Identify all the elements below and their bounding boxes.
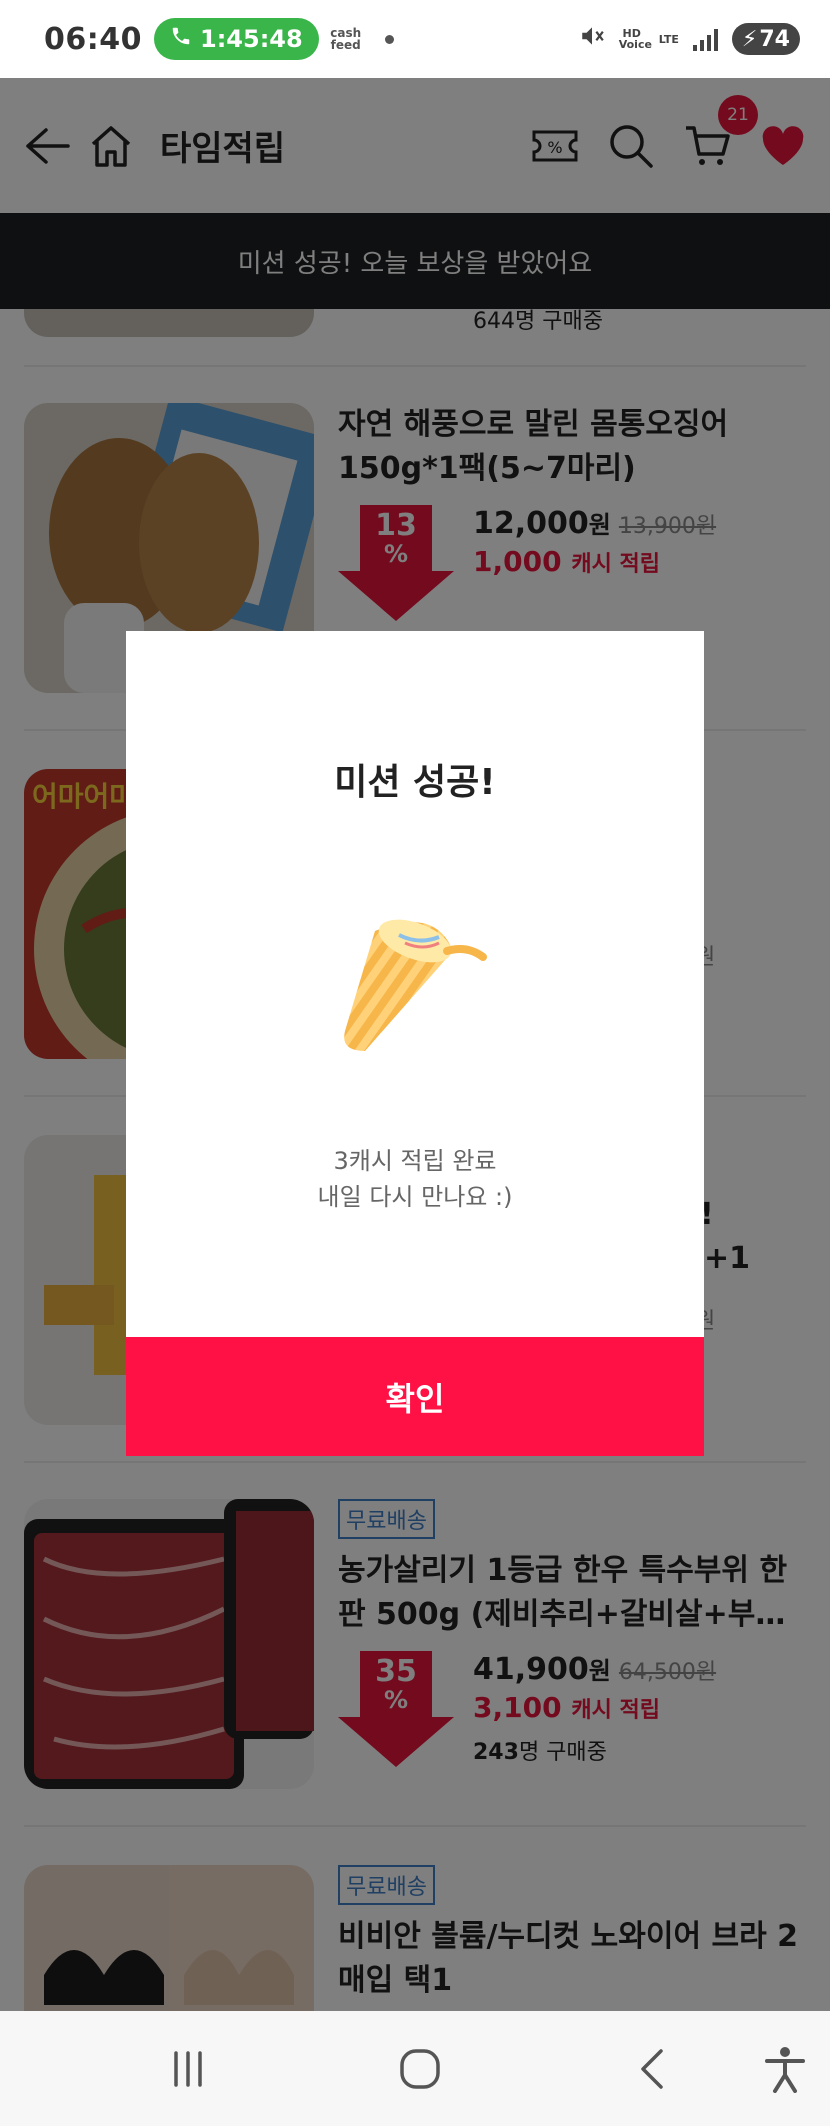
dialog-title: 미션 성공!	[334, 762, 496, 803]
accessibility-icon[interactable]	[755, 2041, 815, 2097]
status-bar: 06:40 1:45:48 cash feed HD Voice LTE ⚡ 7…	[0, 0, 830, 78]
recent-apps-icon[interactable]	[158, 2041, 218, 2097]
battery-indicator: ⚡ 74	[731, 23, 800, 55]
party-popper-icon	[344, 919, 487, 1051]
system-nav-bar	[0, 2011, 830, 2126]
home-button-icon[interactable]	[390, 2041, 450, 2097]
notification-dot-icon	[384, 34, 394, 44]
mission-success-dialog: 미션 성공! 3캐시 적립 완료 내일 다시 만나요 :) 확인	[126, 631, 704, 1456]
call-timer: 1:45:48	[200, 25, 303, 53]
phone-icon	[170, 25, 192, 53]
battery-level: 74	[759, 26, 790, 52]
signal-icon	[692, 27, 718, 51]
lte-icon: LTE	[658, 32, 679, 46]
confirm-button[interactable]: 확인	[126, 1337, 704, 1456]
cashfeed-icon: cash feed	[330, 26, 362, 52]
bolt-icon: ⚡	[741, 26, 758, 52]
status-time: 06:40	[44, 21, 142, 57]
back-icon[interactable]	[622, 2041, 682, 2097]
dialog-message: 3캐시 적립 완료 내일 다시 만나요 :)	[317, 1147, 513, 1211]
call-indicator[interactable]: 1:45:48	[154, 18, 319, 60]
mute-icon	[579, 23, 605, 55]
hd-voice-icon: HD Voice	[618, 27, 652, 51]
